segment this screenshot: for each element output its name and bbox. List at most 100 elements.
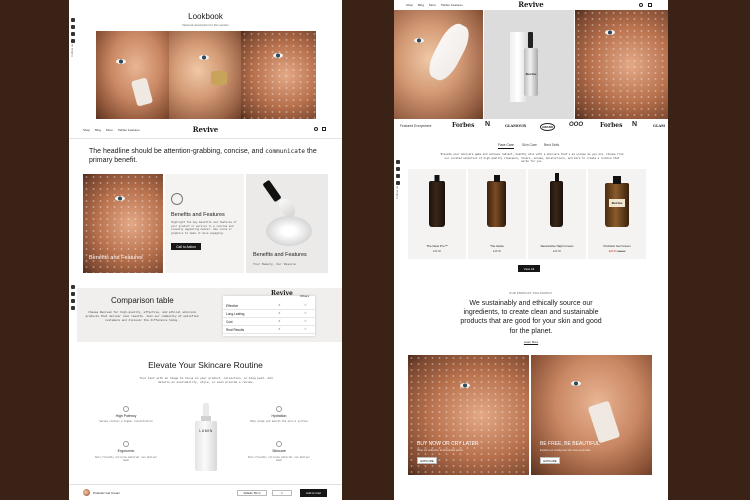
comparison-section: Comparison table Choose Revive® for high… (77, 288, 342, 342)
tab-best-sells[interactable]: Best Sells (544, 143, 559, 147)
view-all-button[interactable]: View All (518, 265, 540, 272)
cart-icon[interactable] (648, 3, 652, 7)
press-logo: Forbes (452, 122, 475, 129)
benefits-card3-title: Benefits and Features (253, 252, 307, 258)
youtube-icon[interactable] (71, 32, 75, 36)
cart-icon[interactable] (322, 127, 326, 131)
social-icons-right (394, 160, 402, 185)
ethos-eyebrow: OUR PRODUCT PHILOSOPHY (509, 292, 553, 295)
lookbook-image-1[interactable] (96, 31, 169, 119)
learn-more-link[interactable]: Learn More (394, 340, 668, 344)
press-logo: Forbes (600, 122, 623, 129)
hero-image-cream[interactable] (394, 10, 483, 119)
tab-skin-care[interactable]: Skin Care (522, 143, 537, 147)
product-name[interactable]: The Glow Pro™ (408, 244, 466, 248)
benefits-card2-title: Benefits and Features (171, 212, 225, 218)
product-card[interactable]: Restorative Night Cream £25.00 (528, 169, 586, 259)
press-logo: OOO (569, 122, 584, 128)
press-logo: AWARD (540, 123, 556, 131)
search-icon[interactable] (639, 3, 643, 7)
social-icons-top (69, 18, 77, 43)
instagram-icon[interactable] (71, 285, 75, 289)
instagram-icon[interactable] (396, 160, 400, 164)
press-logo: N (485, 121, 491, 128)
explore-button[interactable]: EXPLORE (540, 457, 560, 464)
promo-title: BE FREE, BE BEAUTIFUL (540, 441, 600, 447)
right-screenshot-panel: Shop Blog More Tabber Features Revive Re… (394, 0, 668, 500)
product-card[interactable]: The Glow Pro™ £32.00 (408, 169, 466, 259)
benefits-dropper-card[interactable]: Benefits and Features Your Beauty, Our P… (246, 174, 328, 273)
feature-body: Serums contain a higher concentration (99, 420, 153, 423)
facebook-icon[interactable] (396, 167, 400, 171)
explore-button[interactable]: EXPLORE (417, 457, 437, 464)
comparison-row-label: Long-Lasting (226, 311, 245, 316)
ethos-text: We sustainably and ethically source our … (460, 300, 602, 335)
product-name[interactable]: Probiotic Gel Cream (588, 244, 646, 248)
feature-title: Skincare (272, 449, 286, 453)
left-header-logo[interactable]: Revive (69, 125, 342, 134)
comparison-brand: Revive (271, 290, 293, 297)
tab-face-care[interactable]: Face Care (498, 143, 514, 149)
promo-card-2[interactable]: BE FREE, BE BEAUTIFUL Explore our cruelt… (531, 355, 652, 475)
feature-title: Hydration (271, 414, 287, 418)
product-label: Revive (609, 199, 625, 207)
promo-body: Shop our collection at discounted prices (417, 449, 463, 452)
cross-icon: ✕ (304, 319, 307, 323)
hero-image-product[interactable]: Revive (484, 10, 574, 119)
cross-icon: ✕ (304, 311, 307, 315)
follow-us-vertical: Follow us (395, 186, 399, 199)
ergonomic-icon (123, 441, 129, 447)
product-price: £32.00 (433, 250, 441, 253)
benefits-text-card: Benefits and Features Highlight the key … (165, 174, 244, 273)
lookbook-image-3[interactable] (241, 31, 316, 119)
product-was-price: £35.00 (617, 250, 626, 253)
product-name[interactable]: Restorative Night Cream (528, 244, 586, 248)
comparison-row-label: Effective (226, 303, 239, 308)
product-card[interactable]: The Glaze £45.00 (468, 169, 526, 259)
hydration-icon (276, 406, 282, 412)
product-sale-price: £25.00 (608, 250, 617, 253)
check-icon: ✓ (278, 319, 281, 323)
product-thumb (83, 489, 90, 496)
lookbook-image-2[interactable] (169, 31, 241, 119)
press-logo: GLAMOUR (505, 124, 527, 128)
tiktok-icon[interactable] (71, 306, 75, 310)
follow-us-vertical: Follow us (70, 44, 74, 57)
right-header-logo[interactable]: Revive (394, 0, 668, 9)
youtube-icon[interactable] (396, 174, 400, 178)
routine-product-bottle: LUMIN (191, 403, 221, 473)
hero-bottle-label: Revive (525, 72, 537, 76)
potency-icon (123, 406, 129, 412)
product-price: £45.00 (493, 250, 501, 253)
benefits-image-card[interactable]: Benefits and Features (83, 174, 163, 273)
cross-icon: ✕ (304, 327, 307, 331)
search-icon[interactable] (314, 127, 318, 131)
benefits-cta-button[interactable]: Call to Action (171, 243, 201, 250)
check-icon: ✓ (278, 303, 281, 307)
press-logo: N (632, 121, 638, 128)
sticky-cart-bar: Probiotic Gel Cream Default / 50 ml 1 Ad… (69, 484, 342, 500)
product-card[interactable]: Revive Probiotic Gel Cream £25.00 £35.00 (588, 169, 646, 259)
variant-select[interactable]: Default / 50 ml (237, 490, 267, 496)
promo-body: Explore our cruelty-free skin care essen… (540, 449, 591, 452)
tiktok-icon[interactable] (71, 39, 75, 43)
feature-title: Ergonomic (117, 449, 135, 453)
promo-card-1[interactable]: BUY NOW OR CRY LATER Shop our collection… (408, 355, 529, 475)
comparison-row-label: Real Results (226, 327, 245, 332)
product-price-group: £25.00 £35.00 (588, 250, 646, 253)
collection-intro: Elevate your skincare game and achieve r… (440, 153, 624, 164)
skincare-icon (276, 441, 282, 447)
social-icons-mid (69, 285, 77, 310)
add-to-cart-button[interactable]: Add to Cart (300, 489, 327, 497)
comparison-others: Others (300, 294, 310, 298)
check-icon: ✓ (278, 311, 281, 315)
headline: The headline should be attention-grabbin… (89, 148, 317, 164)
quantity-stepper[interactable]: 1 (272, 490, 292, 496)
routine-body: Your text with an image to focus on your… (139, 376, 273, 384)
hero-image-drops[interactable] (575, 10, 668, 119)
tiktok-icon[interactable] (396, 181, 400, 185)
feature-body: Help plump and smooth the skin's surface (250, 420, 308, 423)
youtube-icon[interactable] (71, 299, 75, 303)
facebook-icon[interactable] (71, 292, 75, 296)
product-name[interactable]: The Glaze (468, 244, 526, 248)
